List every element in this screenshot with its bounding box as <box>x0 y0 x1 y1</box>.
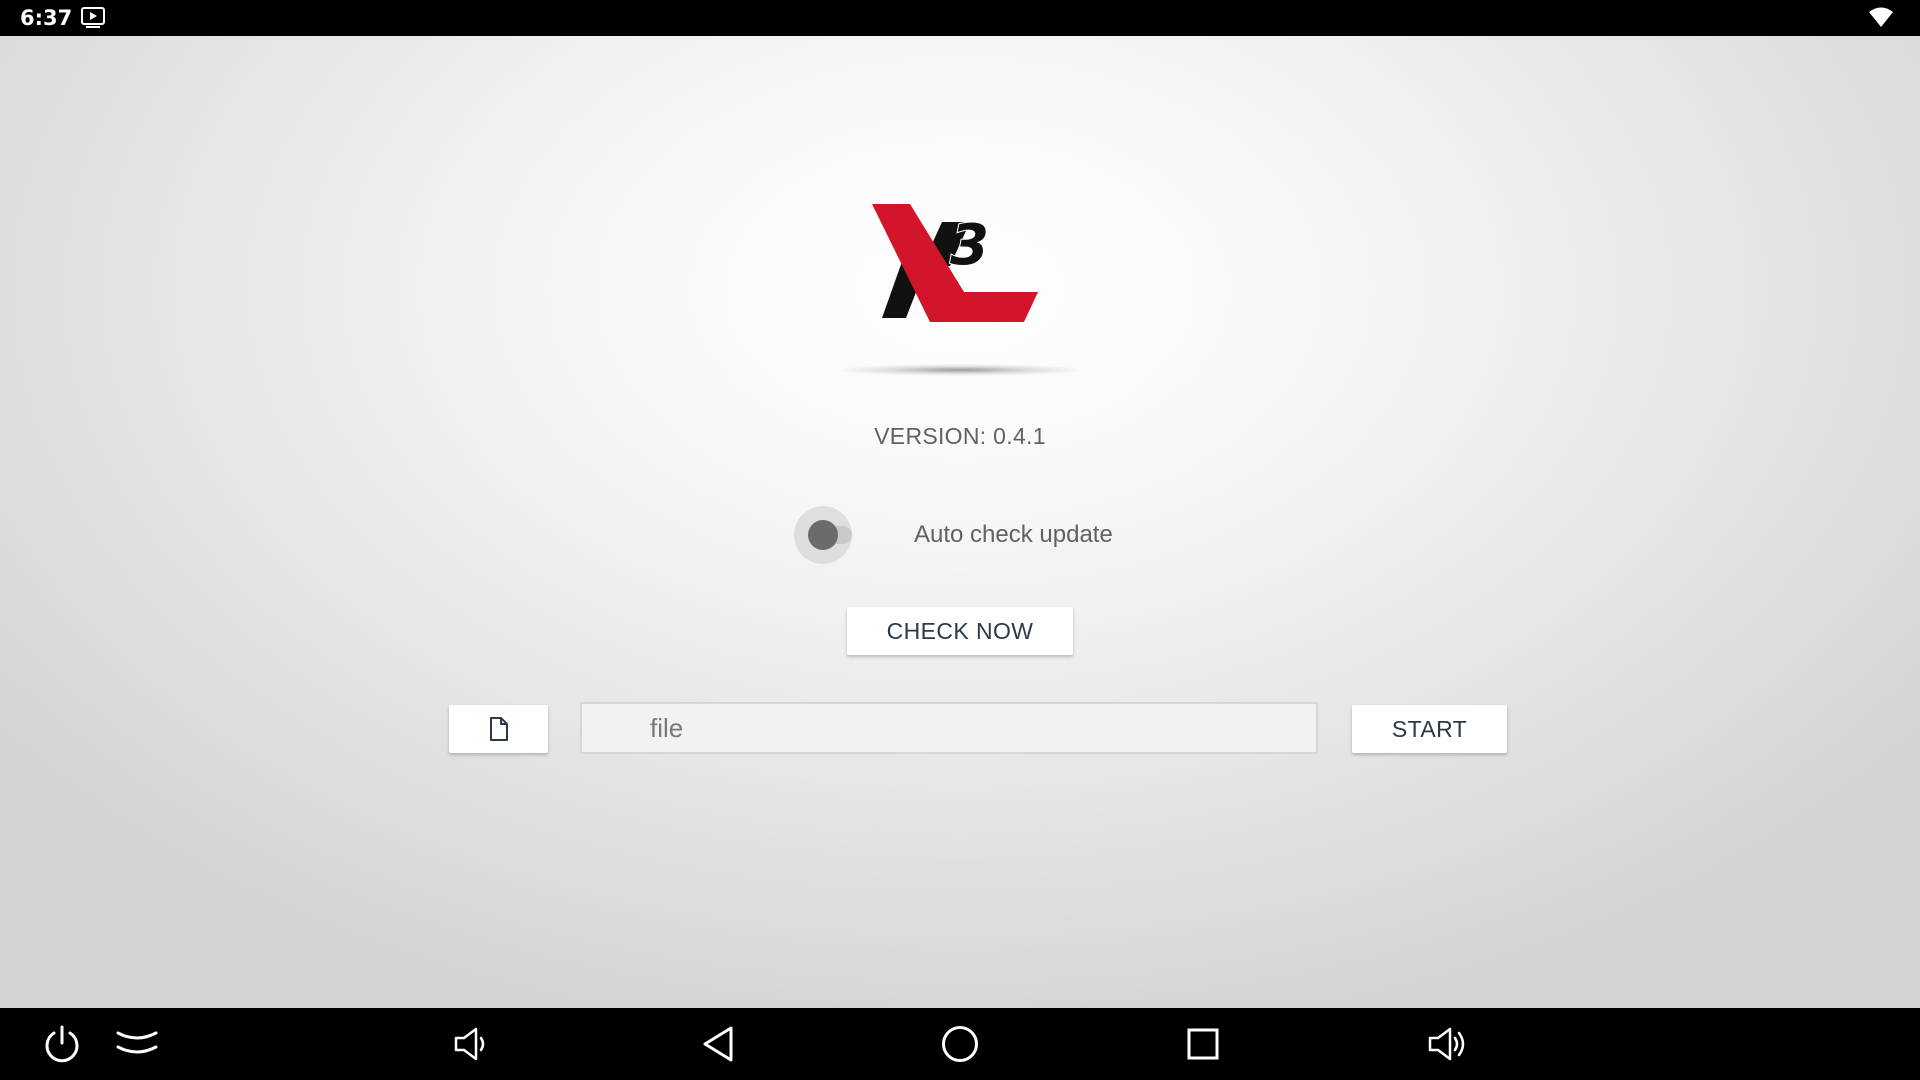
notification-pulldown-icon <box>116 1031 158 1054</box>
recents-button[interactable] <box>1180 1008 1226 1080</box>
svg-text:3: 3 <box>950 213 989 278</box>
app-content: 3 VERSION: 0.4.1 Auto check update CHECK… <box>0 36 1920 1008</box>
recents-icon <box>1187 1028 1219 1060</box>
file-picker-button[interactable] <box>449 705 548 753</box>
version-label: VERSION: 0.4.1 <box>874 423 1046 449</box>
power-icon <box>45 1025 79 1063</box>
start-button[interactable]: START <box>1352 705 1507 753</box>
file-icon <box>489 717 508 741</box>
home-button[interactable] <box>936 1008 984 1080</box>
logo-shadow <box>835 364 1085 376</box>
switch-thumb <box>808 520 838 550</box>
notification-pulldown-button[interactable] <box>114 1008 160 1080</box>
file-path-field[interactable] <box>580 702 1318 754</box>
status-bar: 6:37 <box>0 0 1920 36</box>
volume-down-button[interactable] <box>448 1008 494 1080</box>
back-icon <box>703 1026 733 1062</box>
back-button[interactable] <box>694 1008 742 1080</box>
volume-up-icon <box>1428 1027 1465 1061</box>
status-clock: 6:37 <box>20 6 73 30</box>
media-notification-icon <box>81 7 105 28</box>
volume-up-button[interactable] <box>1422 1008 1472 1080</box>
check-now-button[interactable]: CHECK NOW <box>847 607 1073 655</box>
auto-update-switch[interactable] <box>790 502 860 568</box>
volume-down-icon <box>454 1027 485 1061</box>
navigation-bar <box>0 1008 1920 1080</box>
power-button[interactable] <box>38 1008 86 1080</box>
auto-update-label: Auto check update <box>914 521 1113 548</box>
home-icon <box>942 1026 978 1062</box>
x3-logo: 3 <box>872 204 1038 322</box>
wifi-icon <box>1869 7 1893 27</box>
screen: 6:37 3 VERSION: 0.4.1 Auto check update … <box>0 0 1920 1080</box>
